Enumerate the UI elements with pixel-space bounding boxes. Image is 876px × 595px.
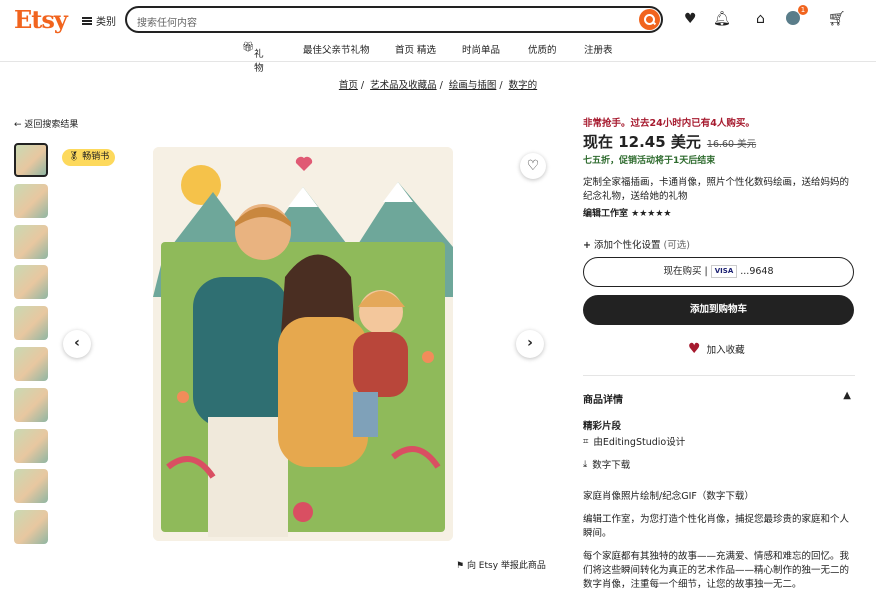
thumbnail[interactable] <box>14 143 48 177</box>
prev-image-button[interactable]: ‹ <box>63 330 91 358</box>
search-input[interactable]: 搜索任何内容 <box>125 6 663 33</box>
item-details-toggle[interactable]: 商品详情 ▲ <box>583 375 855 406</box>
thumbnail[interactable] <box>14 346 48 381</box>
heart-icon: ♥ <box>688 341 701 357</box>
design-icon: ⌗ <box>583 435 589 447</box>
bestseller-badge: 🏅︎ 畅销书 <box>62 149 116 166</box>
category-nav: 🎁︎ 礼物 最佳父亲节礼物 首页 精选 时尚单品 优质的 注册表 <box>0 38 876 74</box>
nav-fathers-day[interactable]: 最佳父亲节礼物 <box>303 42 370 56</box>
back-link[interactable]: ← 返回搜索结果 <box>14 117 78 130</box>
search-icon[interactable] <box>639 9 660 30</box>
nav-premium[interactable]: 优质的 <box>528 42 557 56</box>
etsy-logo[interactable]: Etsy <box>14 5 68 34</box>
details-heading: 商品详情 <box>583 395 623 406</box>
download-icon: ⤓ <box>583 458 588 470</box>
description-line: 家庭肖像照片绘制/纪念GIF（数字下载） <box>583 491 754 502</box>
thumbnail[interactable] <box>14 306 48 341</box>
nav-fashion[interactable]: 时尚单品 <box>462 42 500 56</box>
thumbnail[interactable] <box>14 428 48 463</box>
original-price: 16.60 美元 <box>706 139 757 150</box>
thumbnail[interactable] <box>14 510 48 545</box>
buy-now-button[interactable]: 现在购买 | VISA ...9648 <box>583 257 854 287</box>
personalization-toggle[interactable]: + 添加个性化设置 (可选) <box>583 237 855 251</box>
menu-icon <box>82 16 92 25</box>
thumbnail[interactable] <box>14 224 48 259</box>
crumb-home[interactable]: 首页 <box>339 80 358 91</box>
family-illustration <box>153 147 453 541</box>
bell-icon[interactable]: 🔔︎ <box>713 11 731 27</box>
notification-badge: 1 <box>798 5 808 15</box>
nav-home-featured[interactable]: 首页 精选 <box>395 42 436 56</box>
price: 现在 12.45 美元 16.60 美元 <box>583 131 855 152</box>
next-image-button[interactable]: › <box>516 330 544 358</box>
heart-icon[interactable]: ♥ <box>684 11 697 27</box>
shop-icon[interactable]: ⌂ <box>756 11 765 27</box>
crumb-art[interactable]: 艺术品及收藏品 <box>370 80 437 91</box>
visa-icon: VISA <box>710 265 738 278</box>
urgency-text: 非常抢手。过去24小时内已有4人购买。 <box>583 118 755 129</box>
product-title: 定制全家福插画，卡通肖像，照片个性化数码绘画，送给妈妈的纪念礼物，送给她的礼物 <box>583 177 850 202</box>
thumbnail[interactable] <box>14 469 48 504</box>
description-line: 编辑工作室，为您打造个性化肖像，捕捉您最珍贵的家庭和个人瞬间。 <box>583 514 850 539</box>
product-image <box>153 147 453 541</box>
crumb-digital[interactable]: 数字的 <box>509 80 538 91</box>
header: Etsy 类别 搜索任何内容 ♥ 🔔︎ ⌂ 1 🛒︎ <box>0 0 876 38</box>
favorite-heart-icon[interactable]: ♡ <box>520 153 546 179</box>
add-to-cart-button[interactable]: 添加到购物车 <box>583 295 854 325</box>
report-link[interactable]: ⚑ 向 Etsy 举报此商品 <box>456 558 546 571</box>
shop-name[interactable]: 编辑工作室 ★★★★★ <box>583 206 855 219</box>
product-info: 非常抢手。过去24小时内已有4人购买。 现在 12.45 美元 16.60 美元… <box>583 115 855 251</box>
sale-note: 七五折，促销活动将于1天后结束 <box>583 156 716 166</box>
highlights-heading: 精彩片段 <box>583 421 622 432</box>
search-placeholder: 搜索任何内容 <box>137 18 197 29</box>
thumbnail[interactable] <box>14 183 48 218</box>
chevron-up-icon: ▲ <box>843 390 851 401</box>
digital-download: ⤓ 数字下载 <box>583 458 631 472</box>
description-line: 每个家庭都有其独特的故事——充满爱、情感和难忘的回忆。我们将这些瞬间转化为真正的… <box>583 551 850 590</box>
categories-label: 类别 <box>96 17 116 28</box>
thumbnail[interactable] <box>14 387 48 422</box>
current-price: 现在 12.45 美元 <box>583 133 701 151</box>
thumbnail-list <box>14 143 50 551</box>
nav-registry[interactable]: 注册表 <box>584 42 613 56</box>
designed-by: ⌗ 由EditingStudio设计 <box>583 435 686 449</box>
categories-button[interactable]: 类别 <box>82 13 116 28</box>
thumbnail[interactable] <box>14 265 48 300</box>
add-to-collection-button[interactable]: ♥ 加入收藏 <box>688 341 745 357</box>
nav-gifts[interactable]: 🎁︎ 礼物 <box>242 42 264 74</box>
crumb-painting[interactable]: 绘画与插图 <box>449 80 497 91</box>
cart-icon[interactable]: 🛒︎ <box>828 11 846 27</box>
avatar[interactable] <box>786 11 800 25</box>
breadcrumb: 首页 / 艺术品及收藏品 / 绘画与插图 / 数字的 <box>338 80 538 91</box>
